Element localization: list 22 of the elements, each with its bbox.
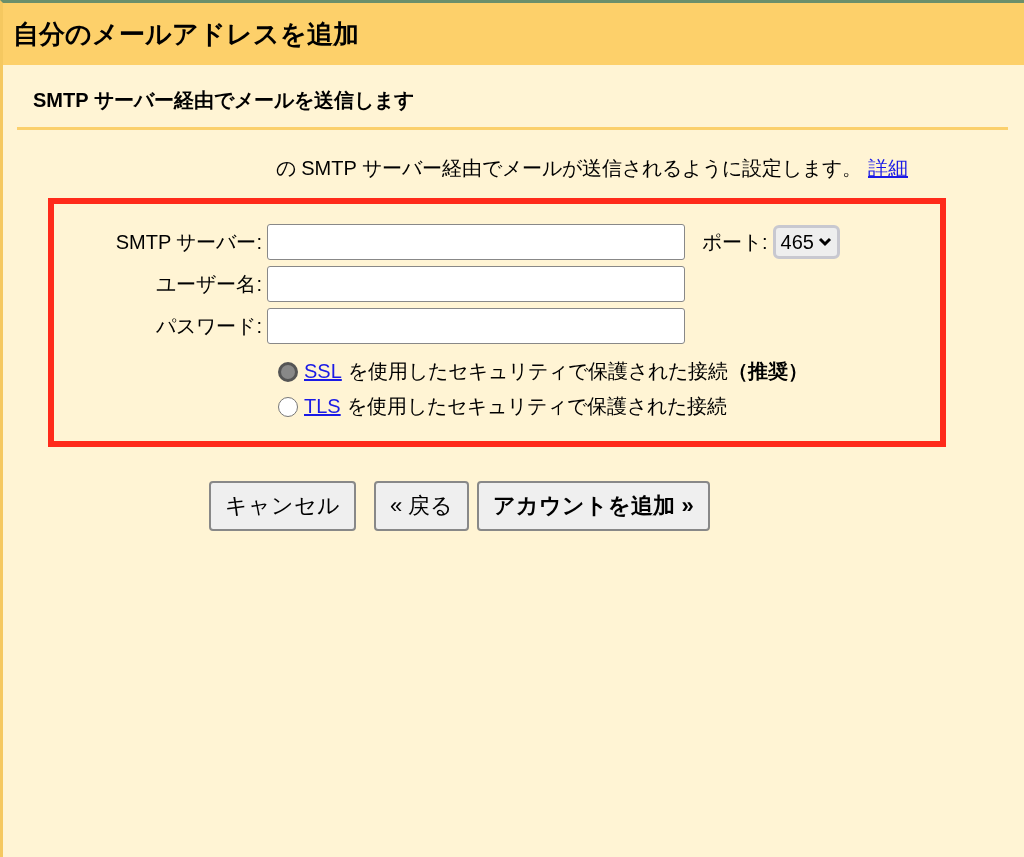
details-link[interactable]: 詳細 [868, 155, 908, 182]
back-button[interactable]: « 戻る [374, 481, 470, 531]
cancel-button[interactable]: キャンセル [209, 481, 356, 531]
input-field[interactable] [267, 266, 685, 302]
section-heading: SMTP サーバー経由でメールを送信します [32, 88, 415, 111]
add-account-button[interactable]: アカウントを追加 » [477, 481, 710, 531]
input-field[interactable] [267, 224, 685, 260]
field-label: SMTP サーバー: [114, 229, 262, 255]
chevron-icon [817, 237, 832, 247]
port-select[interactable]: 465 [772, 225, 840, 259]
field-label: ユーザー名: [155, 271, 262, 297]
description-text: の SMTP サーバー経由でメールが送信されるように設定します。 [275, 156, 862, 181]
option-label: を使用したセキュリティで保護された接続 [346, 394, 727, 419]
field-label: パスワード: [155, 313, 262, 339]
window-title: 自分のメールアドレスを追加 [3, 3, 1024, 65]
radio-button[interactable] [278, 396, 298, 417]
option-label: を使用したセキュリティで保護された接続（推奨） [347, 359, 808, 384]
input-field[interactable] [267, 308, 685, 344]
protocol-link[interactable]: TLS [304, 395, 341, 418]
radio-button[interactable] [278, 361, 298, 382]
port-label: ポート: [702, 229, 768, 255]
protocol-link[interactable]: SSL [304, 360, 342, 383]
